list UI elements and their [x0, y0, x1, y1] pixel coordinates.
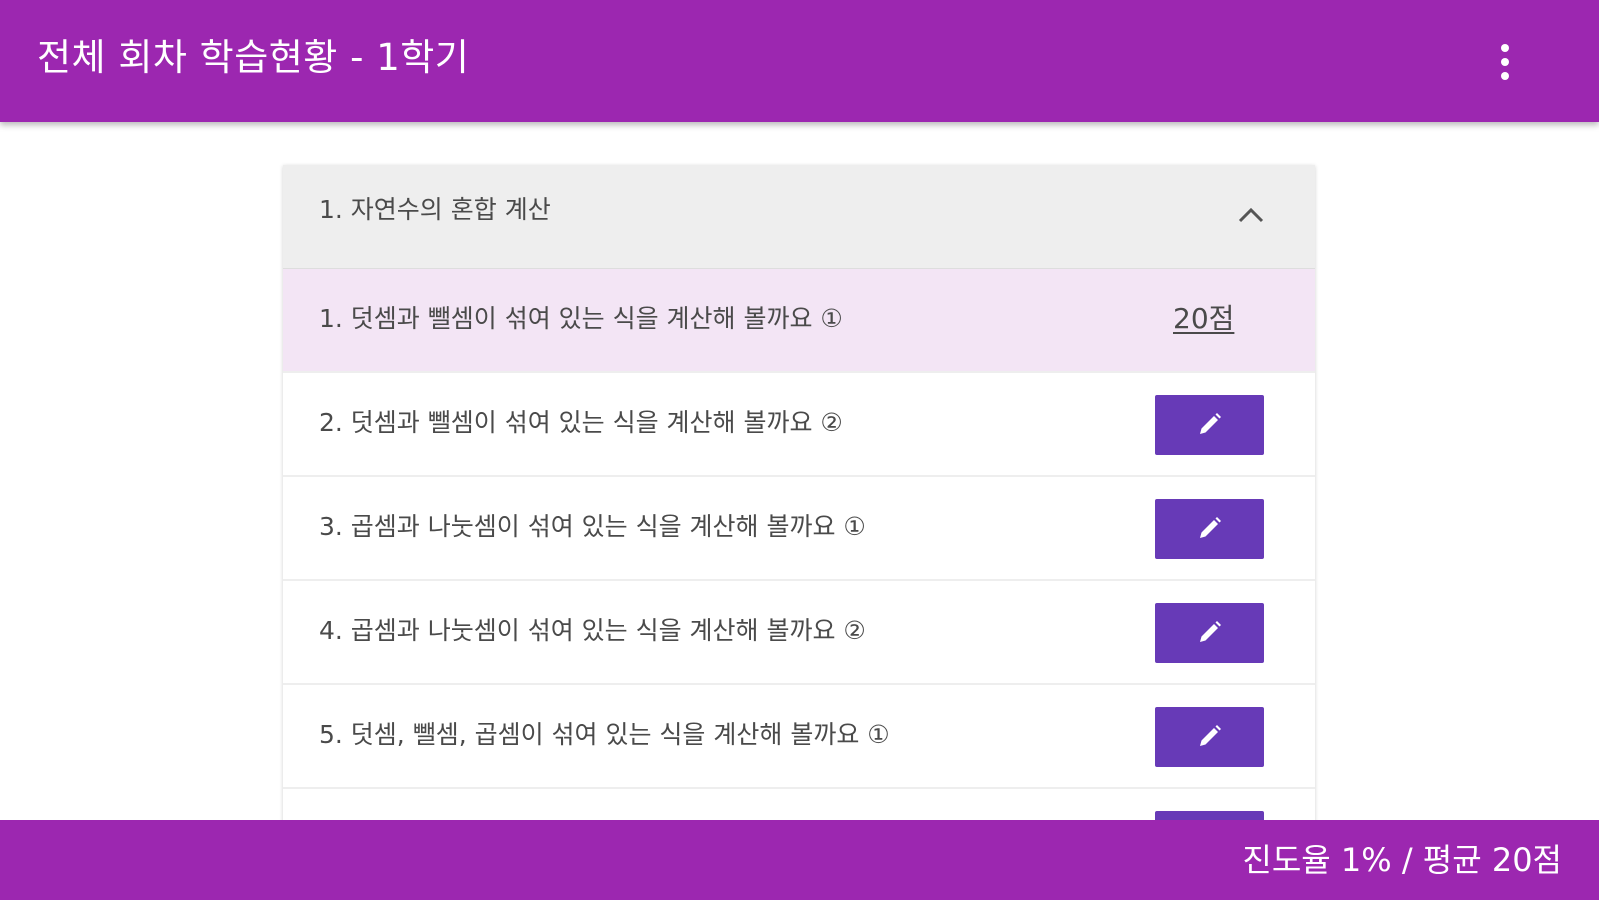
- more-menu-button[interactable]: [1485, 38, 1525, 86]
- lesson-row-3[interactable]: 3. 곱셈과 나눗셈이 섞여 있는 식을 계산해 볼까요 ①: [283, 477, 1315, 581]
- lesson-list-panel: 1. 자연수의 혼합 계산 1. 덧셈과 뺄셈이 섞여 있는 식을 계산해 볼까…: [283, 165, 1315, 825]
- lesson-row-5[interactable]: 5. 덧셈, 뺄셈, 곱셈이 섞여 있는 식을 계산해 볼까요 ①: [283, 685, 1315, 789]
- edit-button[interactable]: [1155, 603, 1264, 663]
- lesson-label: 5. 덧셈, 뺄셈, 곱셈이 섞여 있는 식을 계산해 볼까요 ①: [319, 720, 890, 749]
- pencil-icon: [1200, 517, 1221, 538]
- pencil-icon: [1200, 621, 1221, 642]
- page-title: 전체 회차 학습현황 - 1학기: [37, 36, 470, 79]
- lesson-label: 1. 덧셈과 뺄셈이 섞여 있는 식을 계산해 볼까요 ①: [319, 304, 843, 333]
- lesson-row-2[interactable]: 2. 덧셈과 뺄셈이 섞여 있는 식을 계산해 볼까요 ②: [283, 373, 1315, 477]
- lesson-score-link[interactable]: 20점: [1173, 300, 1234, 338]
- edit-button[interactable]: [1155, 395, 1264, 455]
- lesson-row-1[interactable]: 1. 덧셈과 뺄셈이 섞여 있는 식을 계산해 볼까요 ① 20점: [283, 269, 1315, 373]
- edit-button[interactable]: [1155, 499, 1264, 559]
- lesson-label: 2. 덧셈과 뺄셈이 섞여 있는 식을 계산해 볼까요 ②: [319, 408, 843, 437]
- footer-bar: 진도율 1% / 평균 20점: [0, 820, 1599, 900]
- more-vert-icon: [1501, 44, 1509, 52]
- section-header[interactable]: 1. 자연수의 혼합 계산: [283, 165, 1315, 269]
- chevron-up-icon: [1238, 207, 1264, 223]
- lesson-label: 4. 곱셈과 나눗셈이 섞여 있는 식을 계산해 볼까요 ②: [319, 616, 866, 645]
- lesson-row-4[interactable]: 4. 곱셈과 나눗셈이 섞여 있는 식을 계산해 볼까요 ②: [283, 581, 1315, 685]
- more-vert-icon-dot: [1501, 58, 1509, 66]
- app-bar: 전체 회차 학습현황 - 1학기: [0, 0, 1599, 122]
- pencil-icon: [1200, 413, 1221, 434]
- lesson-label: 3. 곱셈과 나눗셈이 섞여 있는 식을 계산해 볼까요 ①: [319, 512, 866, 541]
- pencil-icon: [1200, 725, 1221, 746]
- section-title: 1. 자연수의 혼합 계산: [319, 195, 551, 224]
- progress-status: 진도율 1% / 평균 20점: [1242, 841, 1562, 879]
- more-vert-icon-dot: [1501, 72, 1509, 80]
- edit-button[interactable]: [1155, 707, 1264, 767]
